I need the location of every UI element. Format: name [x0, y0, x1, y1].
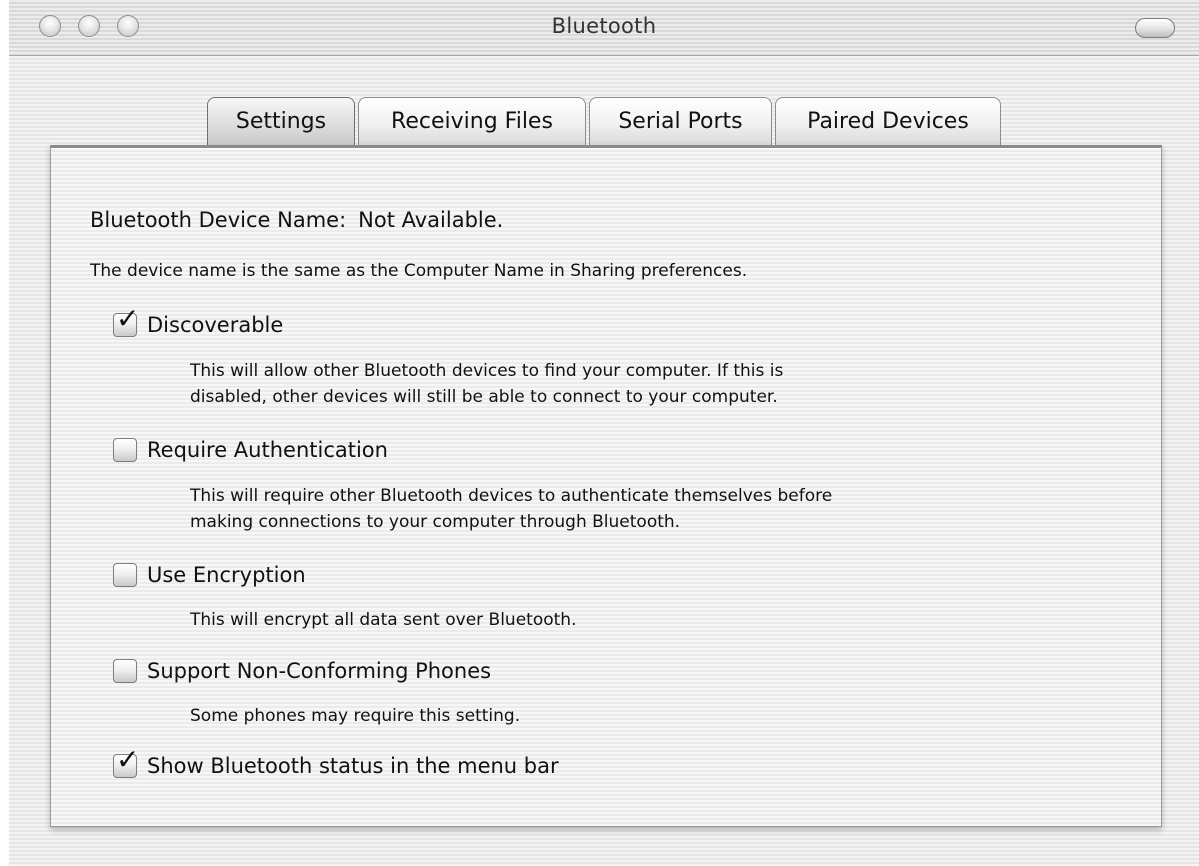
use-encryption-checkbox-row[interactable]: ✓ Use Encryption — [113, 560, 306, 590]
window-title: Bluetooth — [551, 14, 657, 38]
tab-receiving-files[interactable]: Receiving Files — [358, 97, 586, 145]
support-non-conforming-phones-checkbox-row[interactable]: ✓ Support Non-Conforming Phones — [113, 656, 491, 686]
toolbar-toggle-icon[interactable] — [1135, 18, 1175, 38]
discoverable-checkbox[interactable]: ✓ — [113, 305, 139, 337]
tab-serial-ports[interactable]: Serial Ports — [589, 97, 772, 145]
settings-panel: Bluetooth Device Name: Not Available. The… — [50, 145, 1162, 827]
show-status-in-menu-bar-checkbox[interactable]: ✓ — [113, 746, 139, 778]
device-name-note: The device name is the same as the Compu… — [90, 261, 748, 281]
device-name-row: Bluetooth Device Name: Not Available. — [90, 208, 503, 232]
show-status-in-menu-bar-label[interactable]: Show Bluetooth status in the menu bar — [147, 754, 559, 778]
support-non-conforming-phones-label[interactable]: Support Non-Conforming Phones — [147, 659, 491, 683]
device-name-label: Bluetooth Device Name: — [90, 208, 347, 232]
checkmark-icon: ✓ — [116, 743, 140, 776]
discoverable-description-line-1: This will allow other Bluetooth devices … — [190, 361, 784, 381]
discoverable-description-line-2: disabled, other devices will still be ab… — [190, 387, 778, 407]
title-bar[interactable]: Bluetooth — [9, 0, 1199, 56]
require-authentication-checkbox[interactable]: ✓ — [113, 438, 137, 462]
require-authentication-description-line-2: making connections to your computer thro… — [190, 512, 681, 532]
show-status-in-menu-bar-checkbox-row[interactable]: ✓ Show Bluetooth status in the menu bar — [113, 746, 559, 781]
bluetooth-preferences-window: Bluetooth Settings Receiving Files Seria… — [0, 0, 1199, 866]
tab-bar: Settings Receiving Files Serial Ports Pa… — [207, 95, 1001, 145]
require-authentication-description-line-1: This will require other Bluetooth device… — [190, 486, 833, 506]
use-encryption-label[interactable]: Use Encryption — [147, 563, 306, 587]
support-non-conforming-phones-checkbox[interactable]: ✓ — [113, 659, 137, 683]
use-encryption-checkbox[interactable]: ✓ — [113, 563, 137, 587]
device-name-value: Not Available. — [358, 208, 504, 232]
discoverable-label[interactable]: Discoverable — [147, 313, 283, 337]
tab-settings[interactable]: Settings — [207, 97, 355, 145]
support-non-conforming-phones-description: Some phones may require this setting. — [190, 706, 521, 726]
window-left-edge — [0, 0, 9, 866]
require-authentication-checkbox-row[interactable]: ✓ Require Authentication — [113, 435, 388, 465]
tab-paired-devices[interactable]: Paired Devices — [775, 97, 1001, 145]
use-encryption-description: This will encrypt all data sent over Blu… — [190, 610, 577, 630]
checkmark-icon: ✓ — [116, 302, 140, 335]
discoverable-checkbox-row[interactable]: ✓ Discoverable — [113, 305, 283, 340]
require-authentication-label[interactable]: Require Authentication — [147, 438, 388, 462]
